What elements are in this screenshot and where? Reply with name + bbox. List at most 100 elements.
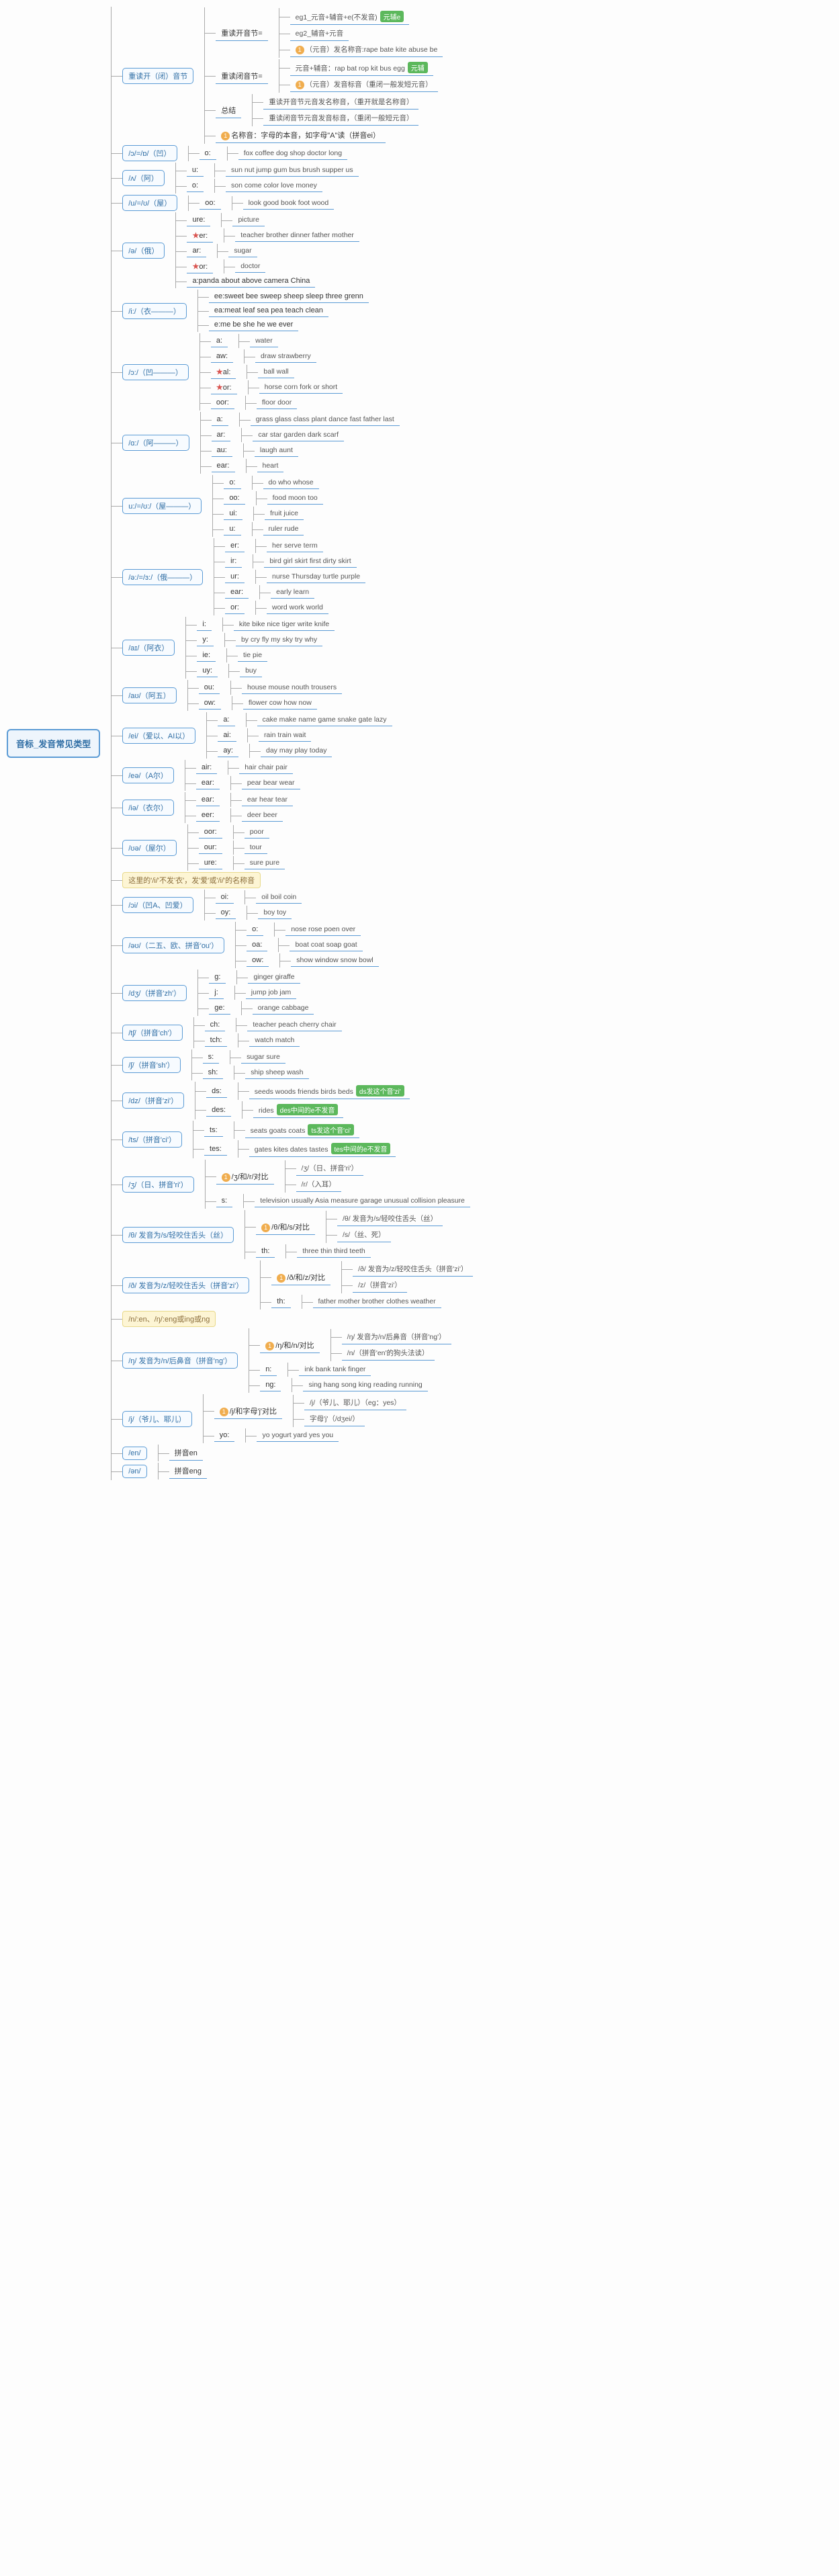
leaf-key: oor: xyxy=(211,396,234,409)
leaf-key: ar: xyxy=(212,429,231,441)
node-ua[interactable]: /ʊə/（屋尔） xyxy=(122,840,176,856)
node-ea[interactable]: /eə/（A尔） xyxy=(122,767,174,783)
node-dz[interactable]: /dz/（拼音'zi'） xyxy=(122,1092,184,1109)
leaf: fox coffee dog shop doctor long xyxy=(238,147,347,160)
node-short-u[interactable]: /u/=/ʊ/（屋） xyxy=(122,195,177,211)
leaf-key: ure: xyxy=(199,857,222,869)
leaf-key: oy: xyxy=(216,906,236,919)
node-caret[interactable]: /ʌ/（阿） xyxy=(122,170,165,186)
leaf-key: a: xyxy=(218,714,234,726)
leaf: oil boil coin xyxy=(256,891,302,904)
node-long-o[interactable]: /ɔ:/（凹———） xyxy=(122,364,189,380)
leaf: floor door xyxy=(257,396,297,409)
node-zh[interactable]: /ʒ/（日、拼音'ri'） xyxy=(122,1176,193,1193)
tag-des: des中间的e不发音 xyxy=(277,1104,339,1115)
leaf-key: ure: xyxy=(187,214,210,226)
leaf: picture xyxy=(232,214,265,226)
node-ou[interactable]: /əʊ/（二五、欧、拼音'ou'） xyxy=(122,937,224,953)
node-j[interactable]: /j/（爷儿、耶儿） xyxy=(122,1411,192,1427)
root-node[interactable]: 音标_发音常见类型 xyxy=(7,729,100,758)
leaf: jump job jam xyxy=(246,986,297,999)
leaf-key: or: xyxy=(225,601,245,614)
leaf-key: o: xyxy=(200,147,216,160)
leaf-key: oi: xyxy=(216,891,234,904)
leaf-key: ur: xyxy=(225,570,245,583)
node-long-i[interactable]: /i:/（衣———） xyxy=(122,303,187,319)
leaf-key: ds: xyxy=(206,1085,227,1098)
badge-1: 1 xyxy=(222,1173,230,1182)
callout-note-2: /n/:en、/ŋ/:eng或ing或ng xyxy=(122,1311,216,1327)
leaf: doctor xyxy=(235,260,265,273)
leaf: 1（元音）发音标音（重闭一般发短元音） xyxy=(290,77,438,92)
leaf: son come color love money xyxy=(226,179,322,192)
leaf: ink bank tank finger xyxy=(299,1363,371,1376)
node-ch[interactable]: /tʃ/（拼音'ch'） xyxy=(122,1025,182,1041)
leaf-key: ui: xyxy=(224,507,242,520)
node-schwa[interactable]: /ə/（俄） xyxy=(122,243,165,259)
node-an[interactable]: /ən/ xyxy=(122,1465,146,1478)
leaf: eg2_辅音+元音 xyxy=(290,26,349,41)
leaf: tour xyxy=(245,841,267,854)
leaf-key: ear: xyxy=(225,586,249,599)
leaf-key: g: xyxy=(209,971,226,984)
node-eth[interactable]: /ð/ 发音为/z/轻咬住舌头（拼音'zi'） xyxy=(122,1277,249,1293)
leaf: television usually Asia measure garage u… xyxy=(255,1195,470,1207)
node-contrast: 1/ʒ/和/r/对比 xyxy=(216,1169,274,1185)
leaf-key: ★or: xyxy=(211,381,237,394)
node-ts[interactable]: /ts/（拼音'ci'） xyxy=(122,1131,182,1148)
leaf-key: uy: xyxy=(197,664,218,677)
leaf: kite bike nice tiger write knife xyxy=(234,618,335,631)
leaf: ridesdes中间的e不发音 xyxy=(253,1102,343,1118)
leaf-key: j: xyxy=(209,986,224,999)
leaf-key: air: xyxy=(196,761,217,774)
node-ng[interactable]: /ŋ/ 发音为/n/后鼻音（拼音'ng'） xyxy=(122,1353,238,1369)
node-long-a[interactable]: /ɑ:/（阿———） xyxy=(122,435,189,451)
badge-1: 1 xyxy=(221,132,230,140)
node-en[interactable]: /en/ xyxy=(122,1447,146,1460)
leaf: nose rose poen over xyxy=(285,923,361,936)
badge-1: 1 xyxy=(296,46,304,54)
leaf: orange cabbage xyxy=(253,1002,314,1015)
node-oi[interactable]: /ɔi/（凹A、凹爱） xyxy=(122,897,193,913)
leaf-key: ar: xyxy=(187,245,206,257)
node-au[interactable]: /aʊ/（阿五） xyxy=(122,687,176,703)
leaf-key: ear: xyxy=(196,777,220,789)
leaf: fruit juice xyxy=(265,507,304,520)
node-sh[interactable]: /ʃ/（拼音'sh'） xyxy=(122,1057,180,1073)
leaf-key: sh: xyxy=(203,1066,224,1079)
node-summary[interactable]: 总结 xyxy=(216,103,241,118)
node-close[interactable]: 重读闭音节= xyxy=(216,69,267,84)
leaf-key: ear: xyxy=(196,793,220,806)
node-syllable[interactable]: 重读开（闭）音节 xyxy=(122,68,193,84)
leaf: deer beer xyxy=(242,809,283,822)
leaf-key: tch: xyxy=(205,1034,228,1047)
leaf: by cry fly my sky try why xyxy=(236,634,322,646)
tag-ds: ds发这个音'zi' xyxy=(356,1085,404,1097)
leaf-key: au: xyxy=(212,444,232,457)
node-ia[interactable]: /iə/（衣尔） xyxy=(122,800,174,816)
node-ai[interactable]: /aɪ/（阿衣） xyxy=(122,640,175,656)
leaf-key: our: xyxy=(199,841,222,854)
node-theta[interactable]: /θ/ 发音为/s/轻咬住舌头（丝） xyxy=(122,1227,234,1243)
leaf: father mother brother clothes weather xyxy=(313,1295,441,1308)
node-contrast: 1/θ/和/s/对比 xyxy=(256,1219,315,1235)
leaf-key: o: xyxy=(187,179,204,192)
leaf-key: ear: xyxy=(212,460,235,472)
star-icon: ★ xyxy=(216,368,223,376)
node-open[interactable]: 重读开音节= xyxy=(216,26,267,41)
node-long-er[interactable]: /ə:/=/ɜ:/（俄———） xyxy=(122,569,203,585)
leaf-key: ★or: xyxy=(187,260,213,273)
leaf: eg1_元音+辅音+e(不发音)元辅e xyxy=(290,9,410,25)
node-dzh[interactable]: /dʒ/（拼音'zh'） xyxy=(122,985,187,1001)
node-ei[interactable]: /ei/（爱以、AI以） xyxy=(122,728,195,744)
leaf-key: yo: xyxy=(214,1429,235,1442)
leaf: 拼音eng xyxy=(169,1463,207,1479)
leaf: day may play today xyxy=(261,744,332,757)
star-icon: ★ xyxy=(192,263,199,271)
node-short-o[interactable]: /ɔ/=/ɒ/（凹） xyxy=(122,145,177,161)
node-long-u[interactable]: u:/=/ʊ:/（屋———） xyxy=(122,498,202,514)
leaf: /z/（拼音'zi'） xyxy=(353,1278,407,1293)
leaf: nurse Thursday turtle purple xyxy=(267,570,365,583)
leaf-key: oo: xyxy=(200,197,220,210)
leaf: ear hear tear xyxy=(242,793,293,806)
